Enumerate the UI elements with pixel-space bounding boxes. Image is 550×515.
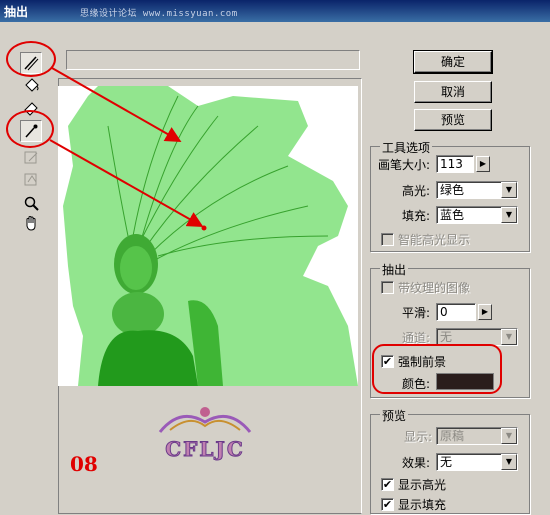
show-fill-label: 显示填充 [398,498,447,512]
textured-image-checkbox[interactable] [381,281,394,294]
brush-size-input[interactable]: 113 [436,155,474,173]
smart-highlight-label: 智能高光显示 [398,233,471,247]
tool-options-title: 工具选项 [380,139,433,156]
annotation-arrows [49,67,204,227]
ok-button[interactable]: 确定 [413,50,493,74]
step-number: 08 [70,452,98,476]
smooth-label: 平滑: [402,306,431,320]
highlight-dropdown-icon[interactable]: ▼ [501,182,517,198]
cancel-button[interactable]: 取消 [414,81,492,103]
highlight-label: 高光: [402,184,431,198]
highlight-box-force-foreground [372,344,502,394]
show-highlight-checkbox[interactable]: ✔ [381,478,394,491]
logo-text: CFLJC [165,437,245,462]
show-dropdown-icon[interactable]: ▼ [501,428,517,444]
show-fill-checkbox[interactable]: ✔ [381,498,394,511]
fill-dropdown-icon[interactable]: ▼ [501,207,517,223]
effect-label: 效果: [402,456,431,470]
smart-highlight-checkbox[interactable] [381,233,394,246]
brush-size-arrow[interactable]: ▶ [476,156,490,172]
cfljc-logo: CFLJC [150,402,260,462]
effect-dropdown-icon[interactable]: ▼ [501,454,517,470]
fill-label: 填充: [402,209,431,223]
preview-title: 预览 [380,407,409,424]
show-highlight-label: 显示高光 [398,478,447,492]
extract-title: 抽出 [380,261,409,278]
channel-dropdown-icon[interactable]: ▼ [501,329,517,345]
smooth-arrow[interactable]: ▶ [478,304,492,320]
brush-size-label: 画笔大小: [378,158,431,172]
ornament-icon [158,407,252,433]
smooth-input[interactable]: 0 [436,303,476,321]
show-label: 显示: [404,430,433,444]
preview-button[interactable]: 预览 [414,109,492,131]
textured-image-label: 带纹理的图像 [398,281,471,295]
